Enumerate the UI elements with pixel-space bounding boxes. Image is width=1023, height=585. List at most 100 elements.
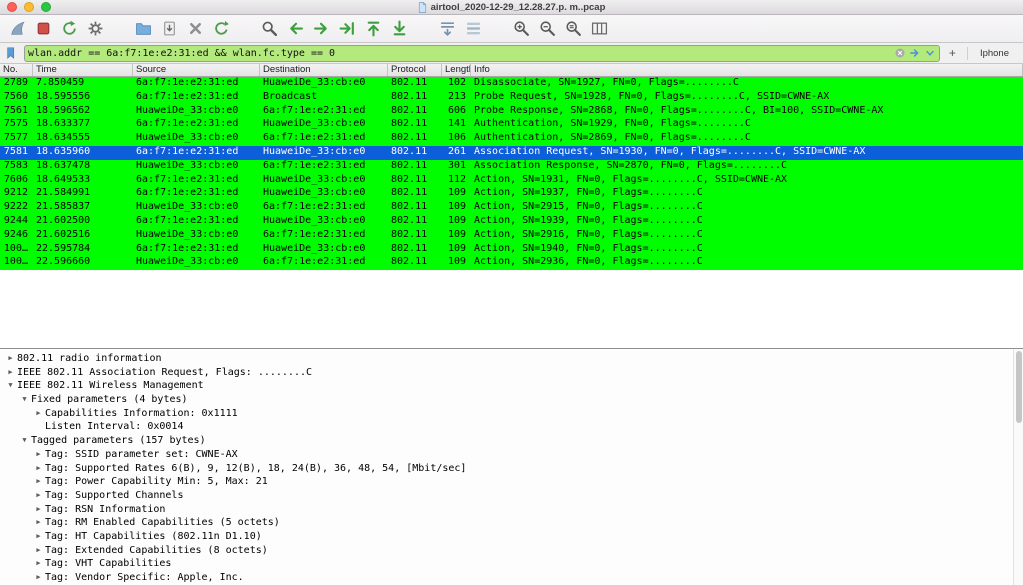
go-back-button[interactable] (284, 18, 306, 40)
packet-cell-source: 6a:f7:1e:e2:31:ed (133, 91, 260, 105)
auto-scroll-button[interactable] (436, 18, 458, 40)
pcap-document-icon (418, 2, 427, 13)
column-header-info[interactable]: Info (471, 64, 1023, 76)
detail-line[interactable]: ▼IEEE 802.11 Wireless Management (0, 379, 1023, 393)
column-header-source[interactable]: Source (133, 64, 260, 76)
add-filter-button[interactable]: + (945, 46, 960, 61)
packet-cell-length: 102 (442, 77, 471, 91)
display-filter-input[interactable] (28, 47, 891, 60)
detail-scrollbar[interactable] (1013, 349, 1023, 585)
packet-row[interactable]: 922221.585837HuaweiDe_33:cb:e06a:f7:1e:e… (0, 201, 1023, 215)
detail-line[interactable]: ▶IEEE 802.11 Association Request, Flags:… (0, 366, 1023, 380)
detail-line[interactable]: ▼Tagged parameters (157 bytes) (0, 434, 1023, 448)
find-packet-button[interactable] (258, 18, 280, 40)
zoom-in-button[interactable] (510, 18, 532, 40)
detail-line[interactable]: ▶Tag: HT Capabilities (802.11n D1.10) (0, 530, 1023, 544)
minimize-window-button[interactable] (24, 2, 34, 12)
close-file-button[interactable] (184, 18, 206, 40)
restart-capture-button[interactable] (58, 18, 80, 40)
colorize-button[interactable] (462, 18, 484, 40)
expand-arrow-icon[interactable]: ▶ (32, 516, 45, 530)
detail-scrollbar-thumb[interactable] (1016, 351, 1022, 423)
detail-line[interactable]: ▶Tag: RM Enabled Capabilities (5 octets) (0, 516, 1023, 530)
stop-capture-button[interactable] (32, 18, 54, 40)
detail-line[interactable]: ▶Tag: RSN Information (0, 503, 1023, 517)
save-file-button[interactable] (158, 18, 180, 40)
collapse-arrow-icon[interactable]: ▼ (18, 393, 31, 407)
packet-cell-protocol: 802.11 (388, 77, 442, 91)
column-header-destination[interactable]: Destination (260, 64, 388, 76)
expand-arrow-icon[interactable]: ▶ (32, 448, 45, 462)
expand-arrow-icon[interactable]: ▶ (32, 489, 45, 503)
clear-filter-button[interactable] (894, 47, 906, 59)
column-header-protocol[interactable]: Protocol (388, 64, 442, 76)
detail-line[interactable]: Listen Interval: 0x0014 (0, 420, 1023, 434)
filter-bookmark-button[interactable] (5, 46, 19, 60)
packet-row[interactable]: 100…22.5957846a:f7:1e:e2:31:edHuaweiDe_3… (0, 243, 1023, 257)
packet-list: 27897.8504596a:f7:1e:e2:31:edHuaweiDe_33… (0, 77, 1023, 348)
detail-line[interactable]: ▶802.11 radio information (0, 352, 1023, 366)
detail-line[interactable]: ▶Tag: Extended Capabilities (8 octets) (0, 544, 1023, 558)
stop-icon (35, 20, 52, 37)
zoom-out-button[interactable] (536, 18, 558, 40)
expand-arrow-icon[interactable]: ▶ (4, 366, 17, 380)
packet-cell-info: Action, SN=2915, FN=0, Flags=........C (471, 201, 1023, 215)
packet-row[interactable]: 921221.5849916a:f7:1e:e2:31:edHuaweiDe_3… (0, 187, 1023, 201)
packet-cell-source: HuaweiDe_33:cb:e0 (133, 105, 260, 119)
main-toolbar (0, 15, 1023, 43)
go-first-packet-button[interactable] (362, 18, 384, 40)
go-forward-button[interactable] (310, 18, 332, 40)
capture-options-button[interactable] (84, 18, 106, 40)
start-capture-button[interactable] (6, 18, 28, 40)
display-filter-field[interactable] (24, 45, 940, 62)
saved-filter-iphone-button[interactable]: Iphone (975, 47, 1016, 60)
detail-line[interactable]: ▶Tag: Power Capability Min: 5, Max: 21 (0, 475, 1023, 489)
expand-arrow-icon[interactable]: ▶ (32, 407, 45, 421)
packet-row[interactable]: 757718.634555HuaweiDe_33:cb:e06a:f7:1e:e… (0, 132, 1023, 146)
packet-row[interactable]: 756118.596562HuaweiDe_33:cb:e06a:f7:1e:e… (0, 105, 1023, 119)
packet-row[interactable]: 757518.6333776a:f7:1e:e2:31:edHuaweiDe_3… (0, 118, 1023, 132)
collapse-arrow-icon[interactable]: ▼ (4, 379, 17, 393)
open-file-button[interactable] (132, 18, 154, 40)
packet-cell-destination: HuaweiDe_33:cb:e0 (260, 243, 388, 257)
packet-cell-source: HuaweiDe_33:cb:e0 (133, 132, 260, 146)
reload-file-button[interactable] (210, 18, 232, 40)
resize-columns-button[interactable] (588, 18, 610, 40)
expand-arrow-icon[interactable]: ▶ (32, 530, 45, 544)
column-header-time[interactable]: Time (33, 64, 133, 76)
packet-cell-protocol: 802.11 (388, 256, 442, 270)
expand-arrow-icon[interactable]: ▶ (32, 571, 45, 585)
filter-dropdown-button[interactable] (924, 47, 936, 59)
collapse-arrow-icon[interactable]: ▼ (18, 434, 31, 448)
zoom-window-button[interactable] (41, 2, 51, 12)
expand-arrow-icon[interactable]: ▶ (32, 462, 45, 476)
packet-row[interactable]: 760618.6495336a:f7:1e:e2:31:edHuaweiDe_3… (0, 174, 1023, 188)
detail-line[interactable]: ▶Tag: Vendor Specific: Apple, Inc. (0, 571, 1023, 585)
detail-line[interactable]: ▶Tag: Supported Channels (0, 489, 1023, 503)
go-last-packet-button[interactable] (388, 18, 410, 40)
packet-row[interactable]: 924621.602516HuaweiDe_33:cb:e06a:f7:1e:e… (0, 229, 1023, 243)
apply-filter-button[interactable] (909, 47, 921, 59)
close-window-button[interactable] (7, 2, 17, 12)
detail-line[interactable]: ▼Fixed parameters (4 bytes) (0, 393, 1023, 407)
packet-row-selected[interactable]: 758118.6359606a:f7:1e:e2:31:edHuaweiDe_3… (0, 146, 1023, 160)
packet-row[interactable]: 924421.6025006a:f7:1e:e2:31:edHuaweiDe_3… (0, 215, 1023, 229)
packet-row[interactable]: 27897.8504596a:f7:1e:e2:31:edHuaweiDe_33… (0, 77, 1023, 91)
column-header-length[interactable]: Length (442, 64, 471, 76)
detail-line[interactable]: ▶Tag: Supported Rates 6(B), 9, 12(B), 18… (0, 462, 1023, 476)
go-to-packet-button[interactable] (336, 18, 358, 40)
expand-arrow-icon[interactable]: ▶ (32, 503, 45, 517)
expand-arrow-icon[interactable]: ▶ (32, 544, 45, 558)
packet-row[interactable]: 100…22.596660HuaweiDe_33:cb:e06a:f7:1e:e… (0, 256, 1023, 270)
detail-line[interactable]: ▶Tag: SSID parameter set: CWNE-AX (0, 448, 1023, 462)
packet-row[interactable]: 756018.5955566a:f7:1e:e2:31:edBroadcast8… (0, 91, 1023, 105)
column-header-no[interactable]: No. (0, 64, 33, 76)
packet-row[interactable]: 758318.637478HuaweiDe_33:cb:e06a:f7:1e:e… (0, 160, 1023, 174)
packet-cell-info: Action, SN=1937, FN=0, Flags=........C (471, 187, 1023, 201)
zoom-original-button[interactable] (562, 18, 584, 40)
detail-line[interactable]: ▶Capabilities Information: 0x1111 (0, 407, 1023, 421)
expand-arrow-icon[interactable]: ▶ (4, 352, 17, 366)
expand-arrow-icon[interactable]: ▶ (32, 557, 45, 571)
detail-line[interactable]: ▶Tag: VHT Capabilities (0, 557, 1023, 571)
expand-arrow-icon[interactable]: ▶ (32, 475, 45, 489)
